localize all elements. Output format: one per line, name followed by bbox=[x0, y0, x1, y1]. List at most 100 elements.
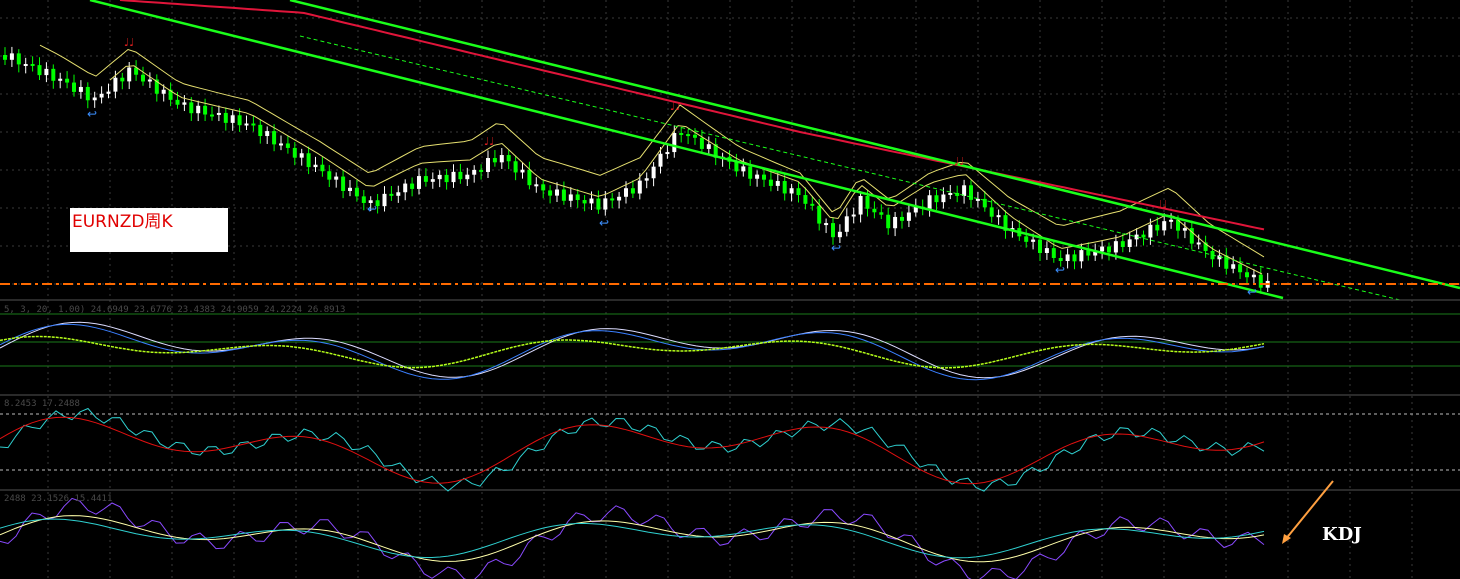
moving-average-red bbox=[119, 0, 1265, 231]
stochastic-main-line bbox=[0, 321, 1265, 379]
candle-body bbox=[1120, 241, 1125, 247]
candle-body bbox=[113, 77, 118, 92]
candle-body bbox=[782, 181, 787, 194]
fractal-down-icon: ↩ bbox=[831, 241, 841, 255]
stochastic-readout: 5, 3, 20, 1.00) 24.6949 23.6776 23.4383 … bbox=[4, 305, 346, 315]
candle-body bbox=[582, 200, 587, 204]
candle-body bbox=[948, 192, 953, 195]
candle-body bbox=[748, 166, 753, 179]
candle-body bbox=[348, 187, 352, 191]
candle-body bbox=[506, 155, 511, 162]
candle-body bbox=[555, 189, 559, 196]
candle-body bbox=[285, 143, 290, 148]
candle-body bbox=[672, 133, 677, 153]
candle-body bbox=[1148, 224, 1153, 238]
rsi-readout: 8.2453 17.2488 bbox=[4, 399, 80, 409]
candle-body bbox=[382, 193, 387, 207]
candle-body bbox=[1251, 274, 1256, 278]
candle-body bbox=[568, 194, 573, 201]
candle-body bbox=[223, 112, 228, 123]
candle-body bbox=[444, 174, 449, 183]
candle-body bbox=[230, 115, 235, 123]
candle-body bbox=[58, 78, 63, 81]
kdj-label: KDJ bbox=[1322, 524, 1362, 545]
candle-body bbox=[906, 212, 911, 221]
candle-body bbox=[893, 216, 898, 229]
candle-body bbox=[962, 185, 967, 196]
candle-body bbox=[141, 74, 145, 82]
candle-body bbox=[796, 188, 801, 196]
candle-body bbox=[237, 115, 242, 126]
candle-body bbox=[1024, 236, 1029, 242]
candle-body bbox=[216, 112, 221, 115]
candle-body bbox=[272, 131, 277, 145]
candle-body bbox=[658, 153, 663, 167]
candle-body bbox=[789, 188, 794, 194]
candle-body bbox=[837, 231, 842, 238]
candle-body bbox=[306, 153, 311, 168]
candle-body bbox=[189, 102, 194, 114]
candle-body bbox=[403, 183, 408, 193]
channel-upper-line bbox=[289, 0, 1460, 290]
candle-body bbox=[430, 179, 435, 182]
candle-body bbox=[1107, 246, 1111, 253]
candle-body bbox=[182, 102, 187, 105]
candle-body bbox=[1238, 264, 1243, 273]
candle-body bbox=[417, 176, 421, 189]
candle-body bbox=[1245, 272, 1249, 278]
candle-body bbox=[693, 134, 697, 138]
candle-body bbox=[1051, 248, 1056, 258]
candle-body bbox=[1258, 274, 1263, 288]
candle-body bbox=[147, 79, 152, 82]
candle-body bbox=[865, 195, 870, 209]
candle-body bbox=[989, 207, 994, 217]
candle-body bbox=[589, 198, 594, 204]
candle-body bbox=[499, 155, 504, 163]
candle-body bbox=[969, 185, 973, 200]
candle-body bbox=[1031, 239, 1036, 242]
candle-body bbox=[99, 93, 104, 98]
candle-body bbox=[1127, 239, 1132, 247]
candle-body bbox=[396, 192, 401, 196]
candle-body bbox=[320, 164, 325, 172]
fractal-up-icon: ♩♩ bbox=[1157, 198, 1167, 211]
candle-body bbox=[389, 193, 394, 196]
candle-body bbox=[85, 86, 90, 101]
candle-body bbox=[161, 89, 166, 94]
candle-body bbox=[299, 153, 304, 158]
candle-body bbox=[458, 171, 463, 180]
candle-body bbox=[644, 178, 649, 181]
candle-body bbox=[775, 181, 780, 186]
candle-body bbox=[1113, 241, 1118, 253]
candle-body bbox=[16, 53, 21, 65]
candle-body bbox=[934, 195, 939, 203]
candle-body bbox=[886, 214, 891, 229]
candle-body bbox=[803, 195, 808, 204]
candle-body bbox=[92, 97, 97, 101]
candle-body bbox=[1038, 239, 1042, 253]
candle-body bbox=[851, 214, 856, 217]
candle-body bbox=[755, 174, 760, 179]
candle-body bbox=[513, 161, 518, 173]
candle-body bbox=[334, 176, 339, 180]
candle-body bbox=[265, 131, 270, 137]
candle-body bbox=[610, 198, 615, 201]
candle-body bbox=[603, 198, 608, 210]
candle-body bbox=[1072, 254, 1077, 262]
candle-body bbox=[210, 114, 214, 117]
candle-body bbox=[410, 183, 415, 189]
candle-body bbox=[251, 123, 256, 126]
candle-body bbox=[1196, 242, 1201, 245]
candle-body bbox=[1100, 246, 1105, 252]
candle-body bbox=[279, 143, 283, 146]
candle-body bbox=[699, 137, 704, 149]
candle-body bbox=[492, 158, 497, 163]
candle-body bbox=[258, 124, 263, 137]
fractal-down-icon: ↩ bbox=[367, 202, 377, 216]
candle-body bbox=[706, 144, 711, 149]
candle-body bbox=[51, 68, 56, 81]
candle-body bbox=[354, 187, 359, 197]
candle-body bbox=[1224, 255, 1229, 269]
candle-body bbox=[244, 123, 249, 126]
stochastic-signal-line bbox=[0, 323, 1265, 381]
